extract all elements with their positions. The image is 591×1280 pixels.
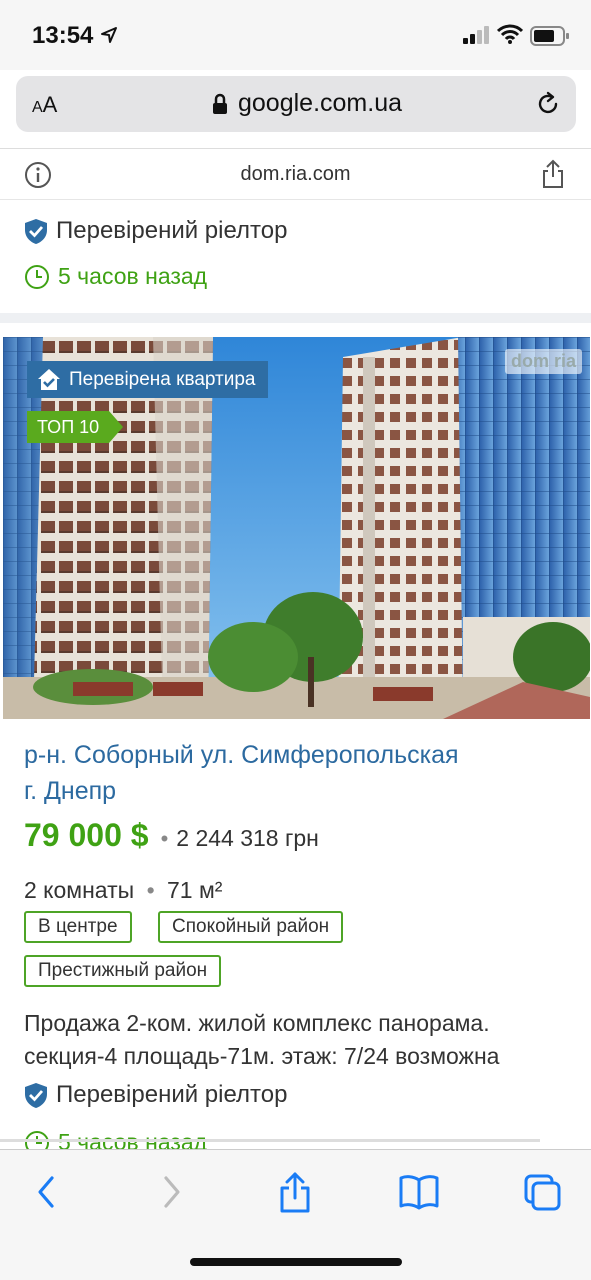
previous-listing-card[interactable]: Перевірений ріелтор 5 часов назад: [0, 201, 591, 313]
chevron-left-icon[interactable]: [32, 1172, 60, 1212]
listing-photo[interactable]: dom ria Перевірена квартира ТОП 10: [3, 337, 590, 719]
shield-check-icon: [25, 1082, 47, 1108]
text-size-small-label: A: [32, 99, 43, 116]
text-size-large-label: A: [42, 92, 58, 117]
page-content: Перевірений ріелтор 5 часов назад dom ri…: [0, 201, 591, 1149]
wifi-icon: [497, 24, 523, 44]
listing-title-line-1[interactable]: р-н. Соборный ул. Симферопольская: [24, 737, 564, 773]
specs-row: 2 комнаты • 71 м²: [24, 877, 222, 904]
separator-dot: •: [146, 877, 155, 903]
reload-icon[interactable]: [534, 90, 562, 118]
verified-realtor-label: Перевірений ріелтор: [56, 1081, 288, 1108]
status-bar: 13:54: [0, 0, 591, 70]
watermark-logo: dom ria: [504, 349, 582, 374]
verified-home-icon: [38, 368, 60, 390]
top-badge: ТОП 10: [27, 411, 124, 443]
shield-check-icon: [25, 218, 47, 244]
address-bar[interactable]: AA google.com.ua: [16, 76, 576, 132]
time-ago-label: 5 часов назад: [58, 263, 208, 289]
rooms-count: 2 комнаты: [24, 877, 135, 903]
verified-realtor-label: Перевірений ріелтор: [56, 217, 288, 244]
price-row: 79 000 $ • 2 244 318 грн: [24, 817, 319, 854]
book-icon[interactable]: [398, 1172, 440, 1212]
listing-title[interactable]: р-н. Соборный ул. Симферопольская г. Дне…: [24, 737, 564, 809]
lock-icon: [213, 93, 227, 114]
listing-separator: [0, 313, 591, 323]
url-text[interactable]: google.com.ua: [238, 89, 402, 118]
listing-title-line-2[interactable]: г. Днепр: [24, 773, 564, 809]
area: 71 м²: [167, 877, 223, 903]
share-icon[interactable]: [278, 1172, 312, 1214]
verified-realtor-row: Перевірений ріелтор: [24, 1081, 287, 1109]
separator-dot: •: [160, 826, 169, 851]
description-line-2: секция-4 площадь-71м. этаж: 7/24 возможн…: [24, 1043, 500, 1069]
time-row: 5 часов назад: [24, 263, 207, 290]
battery-icon: [530, 26, 569, 46]
tag-item: Престижный район: [24, 955, 222, 987]
description-line-1: Продажа 2-ком. жилой комплекс панорама.: [24, 1010, 490, 1036]
tag-item: В центре: [24, 911, 132, 943]
clock-icon: [25, 264, 49, 289]
tabs-icon[interactable]: [524, 1172, 562, 1212]
share-icon[interactable]: [541, 159, 565, 189]
price-uah: 2 244 318 грн: [176, 825, 319, 851]
location-arrow-icon: [101, 27, 117, 43]
top-badge-number: 10: [79, 416, 100, 437]
site-info-bar: dom.ria.com: [0, 148, 591, 200]
top-badge-prefix: ТОП: [37, 416, 75, 437]
price-usd: 79 000 $: [24, 817, 149, 853]
tag-item: Спокойный район: [158, 911, 344, 943]
signal-icon: [463, 26, 489, 44]
verified-apartment-badge: Перевірена квартира: [27, 361, 268, 398]
listing-description: Продажа 2-ком. жилой комплекс панорама. …: [24, 1007, 574, 1073]
scroll-indicator: [0, 1139, 540, 1142]
verified-apartment-label: Перевірена квартира: [69, 368, 256, 390]
status-time: 13:54: [32, 22, 94, 49]
text-size-button[interactable]: AA: [32, 92, 57, 118]
verified-realtor-row: Перевірений ріелтор: [24, 217, 287, 245]
home-indicator[interactable]: [190, 1258, 402, 1266]
site-domain: dom.ria.com: [240, 163, 351, 185]
chevron-right-icon[interactable]: [158, 1172, 186, 1212]
